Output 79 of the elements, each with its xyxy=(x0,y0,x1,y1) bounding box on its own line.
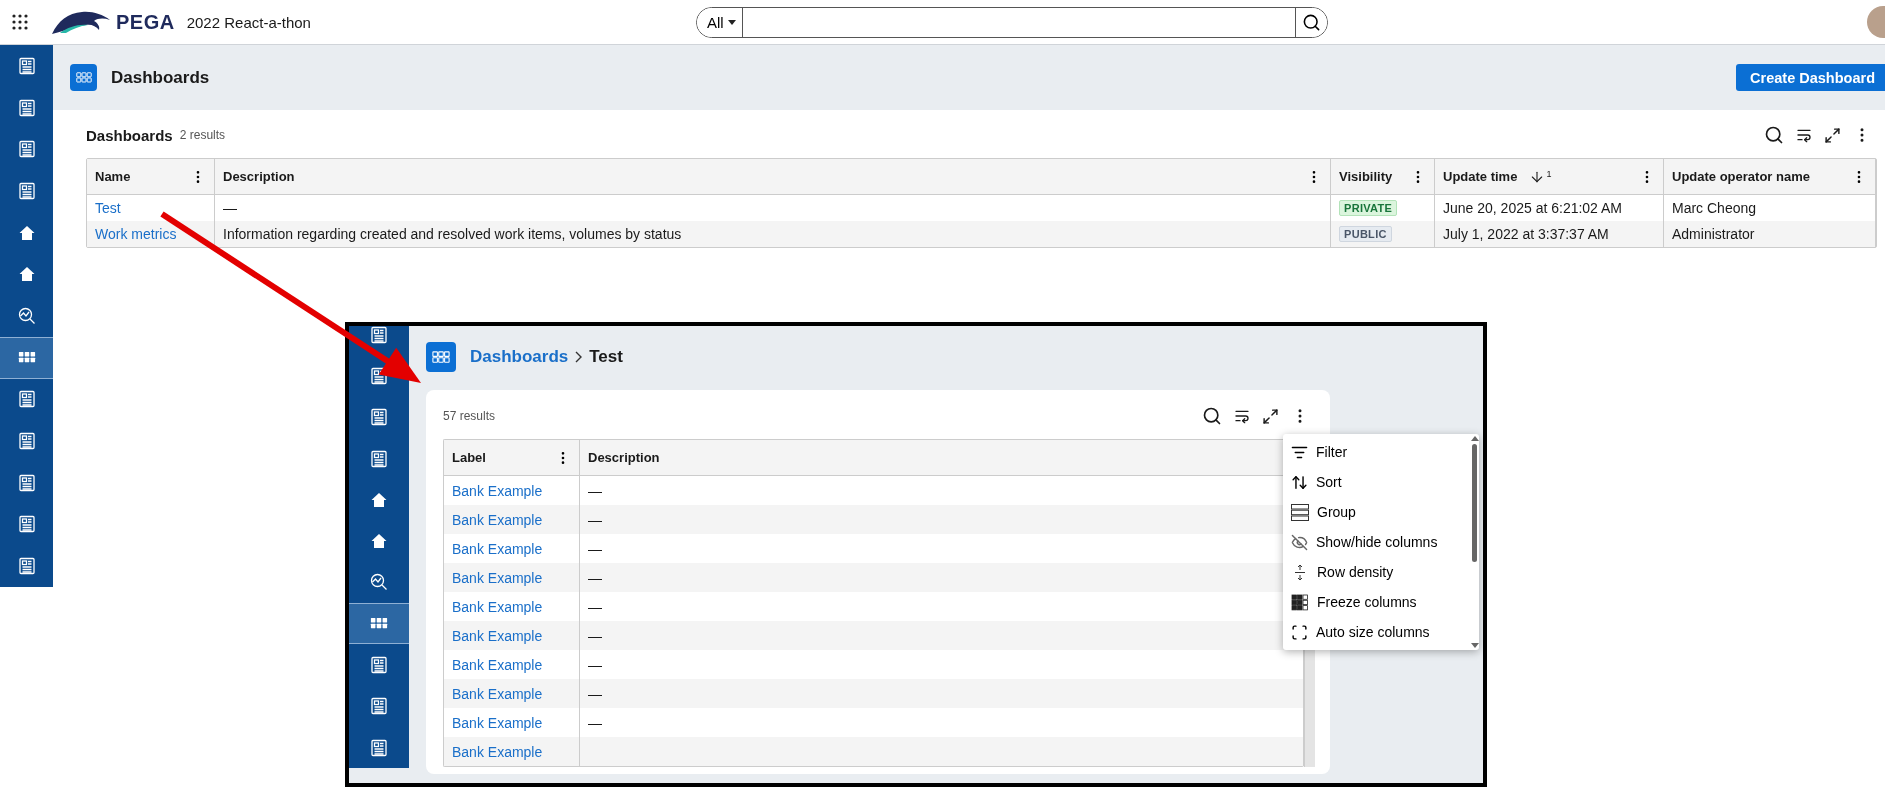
app-title: 2022 React-a-thon xyxy=(186,13,311,31)
result-count: 57 results xyxy=(443,409,496,423)
analytics-icon xyxy=(370,573,388,592)
create-dashboard-button[interactable]: Create Dashboard xyxy=(1736,64,1885,91)
record-link[interactable]: Bank Example xyxy=(452,569,543,586)
eye-off-icon xyxy=(1291,533,1308,551)
column-header[interactable]: Name xyxy=(87,159,215,195)
document-icon xyxy=(17,390,36,409)
column-header[interactable]: Update time 1 xyxy=(1435,159,1664,195)
search-icon[interactable] xyxy=(1764,125,1784,145)
grid-outline-icon xyxy=(75,71,92,84)
column-header[interactable]: Label xyxy=(444,440,580,476)
record-link[interactable]: Bank Example xyxy=(452,511,543,528)
breadcrumb-current: Test xyxy=(589,347,623,367)
analytics-icon xyxy=(17,306,36,325)
column-header[interactable]: Visibility xyxy=(1331,159,1435,195)
grid-icon xyxy=(17,351,36,364)
document-icon xyxy=(17,140,36,159)
sort-icon xyxy=(1291,473,1308,491)
column-header[interactable]: Update operator name xyxy=(1664,159,1876,195)
rows-icon xyxy=(1291,503,1309,521)
app-launcher-icon[interactable] xyxy=(12,14,28,30)
document-icon xyxy=(17,473,36,492)
document-icon xyxy=(370,738,388,757)
document-icon xyxy=(370,449,388,468)
record-link[interactable]: Bank Example xyxy=(452,743,543,760)
home-icon xyxy=(17,223,36,242)
document-icon xyxy=(17,515,36,534)
brand-name: PEGA xyxy=(116,10,175,34)
caret-icon xyxy=(727,19,736,25)
document-icon xyxy=(370,326,388,344)
search-button[interactable] xyxy=(1294,7,1327,37)
dashboard-link[interactable]: Test xyxy=(95,200,121,216)
sidebar-item[interactable] xyxy=(349,603,409,645)
document-icon xyxy=(370,656,388,674)
record-link[interactable]: Bank Example xyxy=(452,714,543,731)
scope-dropdown[interactable]: All xyxy=(696,7,743,37)
search-icon[interactable] xyxy=(1202,406,1222,426)
home-icon xyxy=(17,265,36,284)
record-link[interactable]: Bank Example xyxy=(452,685,543,702)
list-title: Dashboards xyxy=(86,126,173,144)
table-cell: Information regarding created and resolved work items, volumes by status xyxy=(215,221,1331,247)
expand-icon[interactable] xyxy=(1262,406,1279,426)
search-field[interactable]: All xyxy=(695,6,1328,38)
grid-icon xyxy=(370,617,388,630)
document-icon xyxy=(17,181,36,200)
result-count: 2 results xyxy=(179,128,226,142)
column-header[interactable]: Description xyxy=(215,159,1331,195)
table-cell: Administrator xyxy=(1664,221,1876,247)
page-title: Dashboards xyxy=(111,67,210,88)
home-icon xyxy=(370,490,388,509)
record-link[interactable]: Bank Example xyxy=(452,598,543,615)
visibility-tag: PRIVATE xyxy=(1339,200,1398,216)
expand-icon[interactable] xyxy=(1824,125,1841,145)
auto-size-icon xyxy=(1291,623,1308,641)
search-icon xyxy=(1301,12,1321,32)
grid-outline-icon xyxy=(432,350,450,364)
sort-rank: 1 xyxy=(1546,168,1552,179)
home-icon xyxy=(370,532,388,551)
document-icon xyxy=(17,557,36,576)
visibility-tag: PUBLIC xyxy=(1339,226,1392,242)
document-icon xyxy=(370,408,388,427)
dashboard-link[interactable]: Work metrics xyxy=(95,226,177,242)
record-link[interactable]: Bank Example xyxy=(452,656,543,673)
freeze-columns-icon xyxy=(1291,593,1309,611)
breadcrumb-link[interactable]: Dashboards xyxy=(470,347,569,367)
record-link[interactable]: Bank Example xyxy=(452,482,543,499)
document-icon xyxy=(17,432,36,451)
sidebar-item[interactable] xyxy=(0,336,53,379)
table-cell: July 1, 2022 at 3:37:37 AM xyxy=(1435,221,1664,247)
record-link[interactable]: Bank Example xyxy=(452,627,543,644)
document-icon xyxy=(17,98,36,117)
document-icon xyxy=(370,697,388,716)
logo-icon xyxy=(50,9,112,35)
chevron-right-icon xyxy=(575,351,583,363)
document-icon xyxy=(370,366,388,385)
record-link[interactable]: Bank Example xyxy=(452,540,543,557)
table-cell: — xyxy=(580,679,1304,708)
document-icon xyxy=(17,56,36,75)
